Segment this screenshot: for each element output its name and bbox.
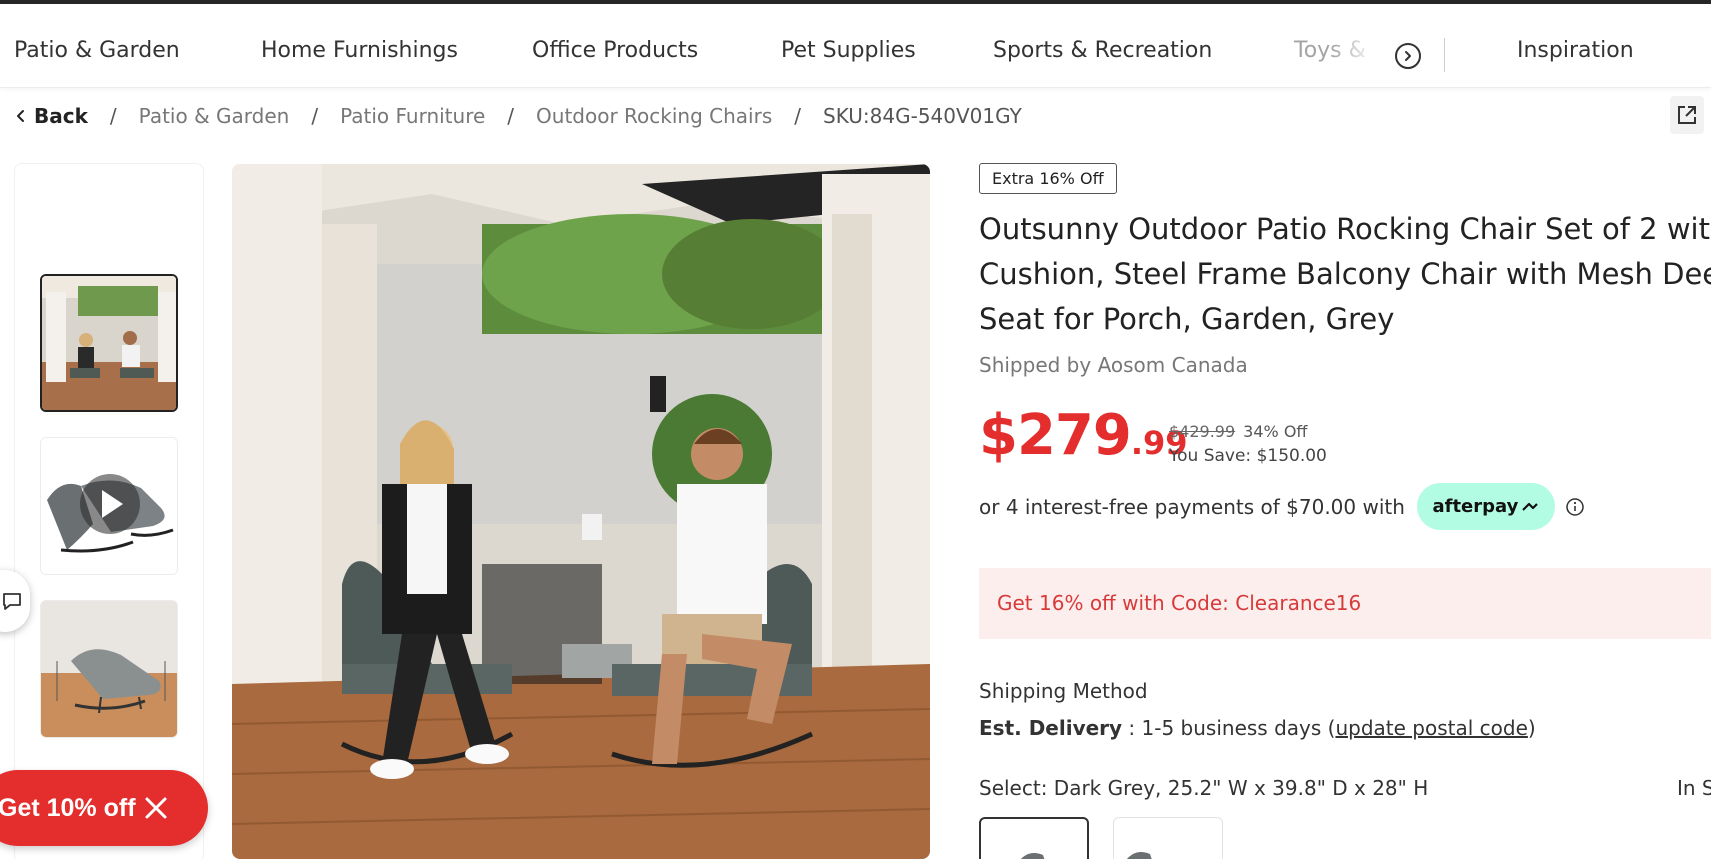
close-icon[interactable] [142, 794, 170, 822]
nav-fade-mask [1330, 24, 1390, 74]
sku-label: SKU:84G-540V01GY [823, 104, 1022, 128]
discount-percent: 34% Off [1243, 422, 1308, 441]
nav-next-button[interactable] [1395, 43, 1421, 69]
installments-text: or 4 interest-free payments of $70.00 wi… [979, 494, 1405, 519]
get-10-off-popup[interactable]: Get 10% off [0, 770, 208, 846]
you-save: You Save: $150.00 [1169, 446, 1327, 466]
was-price-line: $429.99 34% Off [1169, 422, 1307, 441]
breadcrumb-outdoor-rocking-chairs[interactable]: Outdoor Rocking Chairs [536, 104, 772, 128]
afterpay-label: afterpay [1432, 496, 1519, 517]
shipping-method-label: Shipping Method [979, 679, 1148, 703]
thumbnail-strip [14, 163, 204, 859]
variant-option-2[interactable] [1113, 817, 1223, 859]
est-delivery-value: : 1-5 business days ( [1122, 716, 1336, 740]
variant-selected-label: Select: Dark Grey, 25.2" W x 39.8" D x 2… [979, 776, 1429, 800]
breadcrumb-separator: / [507, 104, 515, 128]
main-product-image[interactable] [232, 164, 930, 859]
est-delivery-line: Est. Delivery : 1-5 business days (updat… [979, 716, 1536, 740]
breadcrumb-separator: / [311, 104, 319, 128]
variant-option-dark-grey[interactable] [979, 817, 1089, 859]
update-postal-code-link[interactable]: update postal code [1335, 716, 1527, 740]
current-price: $279.99 [979, 403, 1188, 468]
share-icon [1678, 106, 1696, 124]
breadcrumb: Back / Patio & Garden / Patio Furniture … [14, 102, 1022, 130]
info-icon[interactable] [1565, 497, 1585, 517]
thumbnail-lifestyle[interactable] [40, 274, 178, 412]
get-10-off-label: Get 10% off [0, 793, 136, 822]
back-link[interactable]: Back [14, 104, 88, 128]
breadcrumb-patio-furniture[interactable]: Patio Furniture [340, 104, 485, 128]
breadcrumb-separator: / [109, 104, 117, 128]
nav-inspiration[interactable]: Inspiration [1517, 38, 1634, 63]
chevron-right-icon [1405, 51, 1411, 61]
close-paren: ) [1527, 716, 1536, 740]
main-product-photo [232, 164, 930, 859]
nav-pet-supplies[interactable]: Pet Supplies [781, 38, 916, 63]
thumbnail-dimensions-image [41, 601, 177, 737]
shipped-by: Shipped by Aosom Canada [979, 353, 1248, 377]
promo-code-banner: Get 16% off with Code: Clearance16 [979, 568, 1711, 639]
category-nav: Patio & Garden Home Furnishings Office P… [0, 4, 1711, 88]
est-delivery-label: Est. Delivery [979, 716, 1123, 740]
thumbnail-video-image [41, 438, 177, 574]
breadcrumb-separator: / [794, 104, 801, 128]
extra-off-badge: Extra 16% Off [979, 163, 1117, 194]
stock-status: In S [1677, 776, 1711, 800]
share-button[interactable] [1670, 96, 1704, 134]
price-main: $279 [979, 403, 1132, 468]
thumbnail-dimensions[interactable] [40, 600, 178, 738]
installments-line: or 4 interest-free payments of $70.00 wi… [979, 483, 1585, 530]
variant-option-2-image [1126, 852, 1152, 859]
nav-divider [1444, 38, 1445, 72]
afterpay-badge[interactable]: afterpay [1416, 483, 1555, 530]
chevron-left-icon [17, 110, 24, 122]
product-title: Outsunny Outdoor Patio Rocking Chair Set… [979, 212, 1711, 336]
was-price: $429.99 [1169, 422, 1236, 441]
back-label: Back [34, 104, 88, 128]
nav-patio-garden[interactable]: Patio & Garden [14, 38, 180, 63]
afterpay-logo-icon [1522, 502, 1539, 511]
nav-sports-recreation[interactable]: Sports & Recreation [993, 38, 1212, 63]
chat-bubble-icon [3, 593, 21, 610]
thumbnail-video[interactable] [40, 437, 178, 575]
thumbnail-lifestyle-image [42, 276, 176, 410]
nav-home-furnishings[interactable]: Home Furnishings [261, 38, 458, 63]
nav-office-products[interactable]: Office Products [532, 38, 698, 63]
variant-dark-grey-image [1020, 853, 1045, 859]
breadcrumb-patio-garden[interactable]: Patio & Garden [139, 104, 290, 128]
